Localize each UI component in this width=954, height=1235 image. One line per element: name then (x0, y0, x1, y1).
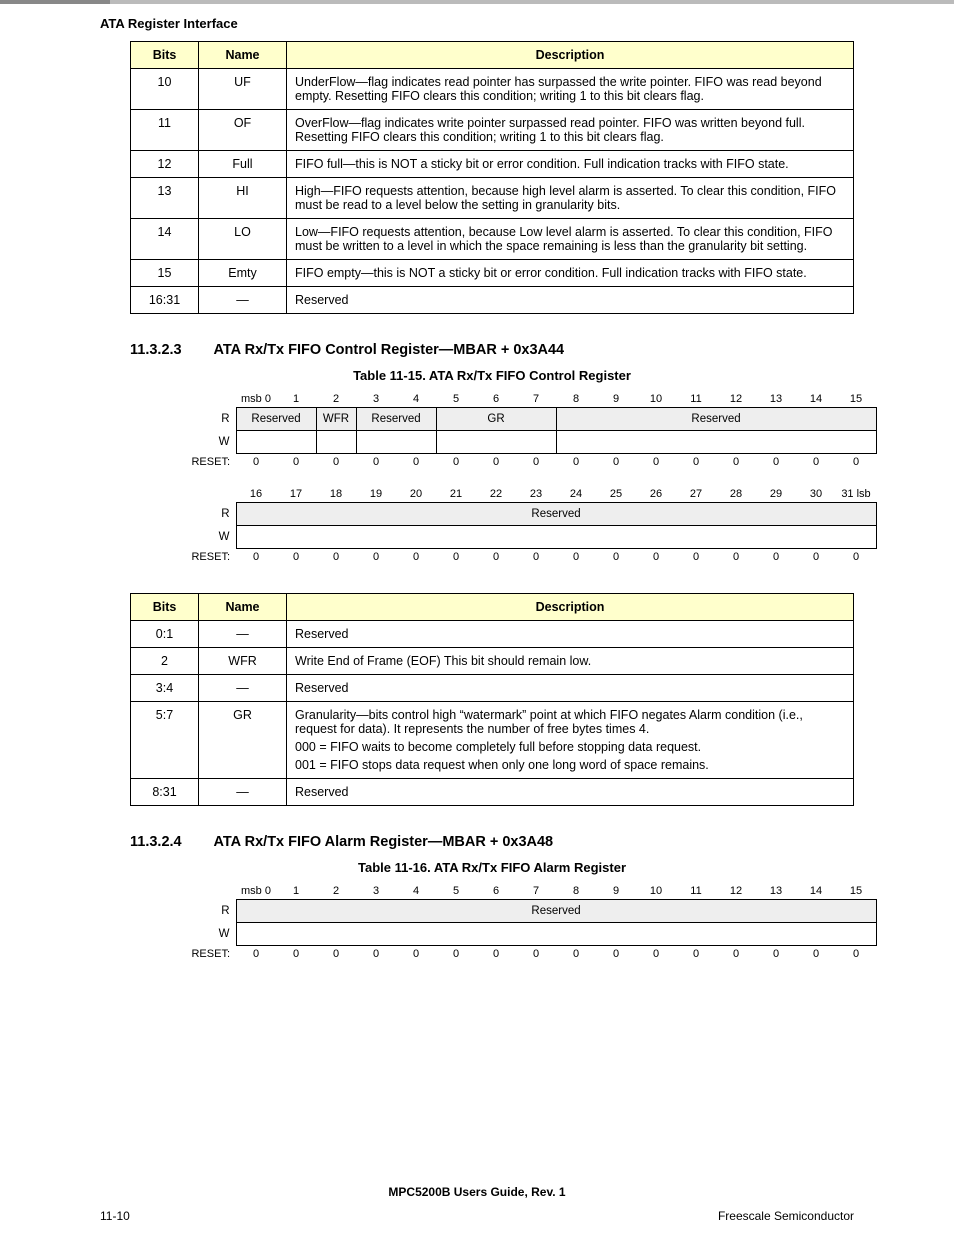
table-caption-11-16: Table 11-16. ATA Rx/Tx FIFO Alarm Regist… (130, 860, 854, 875)
fifo-control-fields-table: Bits Name Description 0:1—Reserved 2WFRW… (130, 593, 854, 806)
reset-row: RESET: 0000 0000 0000 0000 (170, 549, 876, 566)
bit-numbers: 16171819 20212223 24252627 28293031 lsb (170, 486, 876, 503)
register-hi-word: msb 0123 4567 891011 12131415 R Reserved… (170, 391, 877, 470)
register-layout-control: msb 0123 4567 891011 12131415 R Reserved… (170, 391, 854, 565)
field-wfr: WFR (316, 408, 356, 431)
field-reserved: Reserved (236, 503, 876, 526)
col-name: Name (199, 594, 287, 621)
section-number: 11.3.2.3 (130, 342, 210, 358)
col-bits: Bits (131, 42, 199, 69)
reset-row: RESET: 0000 0000 0000 0000 (170, 454, 876, 471)
table-row: 0:1—Reserved (131, 621, 854, 648)
read-row: R Reserved (170, 900, 876, 923)
table-row: 12FullFIFO full—this is NOT a sticky bit… (131, 151, 854, 178)
footer-vendor: Freescale Semiconductor (718, 1209, 854, 1223)
section-heading-11-3-2-4: 11.3.2.4 ATA Rx/Tx FIFO Alarm Register—M… (130, 834, 854, 850)
col-bits: Bits (131, 594, 199, 621)
field-reserved: Reserved (236, 408, 316, 431)
col-desc: Description (287, 594, 854, 621)
write-row: W (170, 431, 876, 454)
register-hi-word: msb 0123 4567 891011 12131415 R Reserved… (170, 883, 877, 962)
field-reserved: Reserved (236, 900, 876, 923)
table-row: 11OFOverFlow—flag indicates write pointe… (131, 110, 854, 151)
field-reserved: Reserved (556, 408, 876, 431)
fifo-status-table: Bits Name Description 10UFUnderFlow—flag… (130, 41, 854, 314)
table-row: 14LOLow—FIFO requests attention, because… (131, 219, 854, 260)
section-title: ATA Rx/Tx FIFO Alarm Register—MBAR + 0x3… (214, 834, 554, 850)
page-number: 11-10 (100, 1209, 130, 1223)
top-rule (0, 0, 954, 4)
read-row: R Reserved WFR Reserved GR Reserved (170, 408, 876, 431)
write-row: W (170, 923, 876, 946)
field-gr: GR (436, 408, 556, 431)
table-row: 10UFUnderFlow—flag indicates read pointe… (131, 69, 854, 110)
content: Bits Name Description 10UFUnderFlow—flag… (0, 41, 954, 962)
register-lo-word: 16171819 20212223 24252627 28293031 lsb … (170, 486, 877, 565)
section-title: ATA Rx/Tx FIFO Control Register—MBAR + 0… (214, 342, 565, 358)
section-number: 11.3.2.4 (130, 834, 210, 850)
footer-title: MPC5200B Users Guide, Rev. 1 (0, 1185, 954, 1199)
table-row: 8:31—Reserved (131, 779, 854, 806)
col-desc: Description (287, 42, 854, 69)
table-caption-11-15: Table 11-15. ATA Rx/Tx FIFO Control Regi… (130, 368, 854, 383)
field-reserved: Reserved (356, 408, 436, 431)
read-row: R Reserved (170, 503, 876, 526)
footer: 11-10 Freescale Semiconductor (100, 1209, 854, 1223)
write-row: W (170, 526, 876, 549)
table-row: 2WFRWrite End of Frame (EOF) This bit sh… (131, 648, 854, 675)
bit-numbers: msb 0123 4567 891011 12131415 (170, 391, 876, 408)
table-row: 13HIHigh—FIFO requests attention, becaus… (131, 178, 854, 219)
table-row: 3:4—Reserved (131, 675, 854, 702)
bit-numbers: msb 0123 4567 891011 12131415 (170, 883, 876, 900)
col-name: Name (199, 42, 287, 69)
table-row: 15EmtyFIFO empty—this is NOT a sticky bi… (131, 260, 854, 287)
page: ATA Register Interface Bits Name Descrip… (0, 0, 954, 1235)
register-layout-alarm: msb 0123 4567 891011 12131415 R Reserved… (170, 883, 854, 962)
section-heading-11-3-2-3: 11.3.2.3 ATA Rx/Tx FIFO Control Register… (130, 342, 854, 358)
table-row: 16:31—Reserved (131, 287, 854, 314)
table-row: 5:7 GR Granularity—bits control high “wa… (131, 702, 854, 779)
running-header: ATA Register Interface (0, 14, 954, 41)
reset-row: RESET: 0000 0000 0000 0000 (170, 946, 876, 963)
